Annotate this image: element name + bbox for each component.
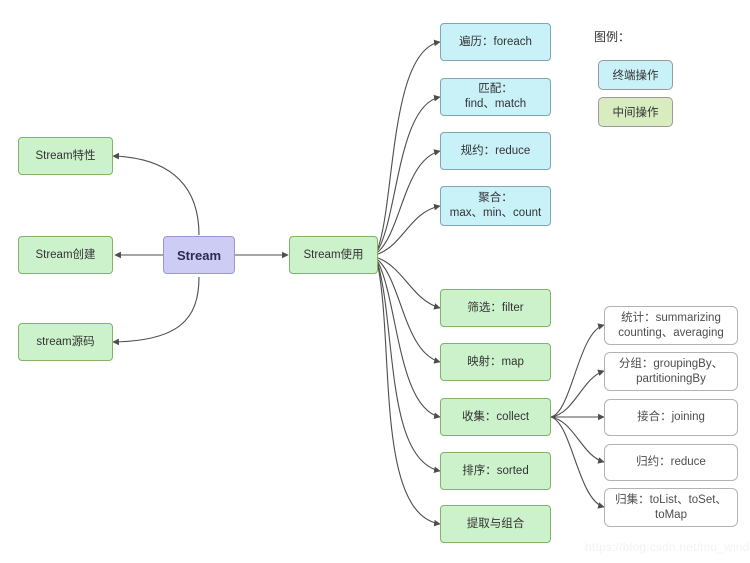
node-op-aggregate[interactable]: 聚合： max、min、count <box>440 186 551 226</box>
node-stream-usage[interactable]: Stream使用 <box>289 236 378 274</box>
edge-stream-to-stream-characteristics <box>112 152 200 236</box>
edge-collect-to-tocollection <box>550 416 605 509</box>
legend-item-intermediate: 中间操作 <box>598 97 673 127</box>
edge-usage-to-sorted <box>377 263 441 474</box>
edge-usage-to-foreach <box>377 39 441 249</box>
node-collect-reduction[interactable]: 归约：reduce <box>604 444 738 481</box>
node-stream-root[interactable]: Stream <box>163 236 235 274</box>
node-collect-tocollection[interactable]: 归集：toList、toSet、 toMap <box>604 488 738 527</box>
edge-stream-to-stream-source <box>112 276 200 346</box>
edge-usage-to-filter <box>377 257 441 310</box>
node-stream-characteristics[interactable]: Stream特性 <box>18 137 113 175</box>
edge-usage-to-aggregate <box>377 203 441 255</box>
edge-usage-to-extract-combine <box>377 265 441 527</box>
edge-usage-to-reduce <box>377 149 441 253</box>
node-collect-statistics[interactable]: 统计：summarizing counting、averaging <box>604 306 738 345</box>
node-op-map[interactable]: 映射：map <box>440 343 551 381</box>
node-op-collect[interactable]: 收集：collect <box>440 398 551 436</box>
node-collect-joining[interactable]: 接合：joining <box>604 399 738 436</box>
mindmap-canvas: Stream Stream特性 Stream创建 stream源码 Stream… <box>0 0 750 563</box>
watermark: https://blog.csdn.net/mu_wind <box>585 540 750 554</box>
node-op-foreach[interactable]: 遍历：foreach <box>440 23 551 61</box>
edge-usage-to-map <box>377 259 441 364</box>
edge-collect-to-statistics <box>550 323 605 418</box>
node-stream-creation[interactable]: Stream创建 <box>18 236 113 274</box>
edge-collect-to-grouping <box>550 369 605 418</box>
node-op-match[interactable]: 匹配： find、match <box>440 78 551 116</box>
node-op-extract-combine[interactable]: 提取与组合 <box>440 505 551 543</box>
edge-collect-to-reduction <box>550 416 605 464</box>
node-op-sorted[interactable]: 排序：sorted <box>440 452 551 490</box>
legend-title: 图例： <box>594 30 631 44</box>
edge-usage-to-match <box>377 94 441 251</box>
node-stream-source[interactable]: stream源码 <box>18 323 113 361</box>
legend-item-terminal: 终端操作 <box>598 60 673 90</box>
node-op-reduce[interactable]: 规约：reduce <box>440 132 551 170</box>
edge-usage-to-collect <box>377 261 441 419</box>
node-collect-grouping[interactable]: 分组：groupingBy、 partitioningBy <box>604 352 738 391</box>
node-op-filter[interactable]: 筛选：filter <box>440 289 551 327</box>
